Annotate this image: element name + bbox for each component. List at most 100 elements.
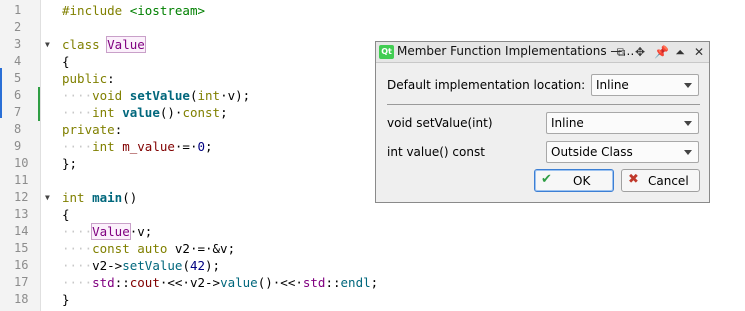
code-token: ····: [62, 224, 93, 239]
code-token: int: [92, 139, 123, 154]
default-location-combo[interactable]: Inline: [591, 74, 699, 96]
code-token: int: [197, 88, 221, 103]
code-token: setValue: [129, 88, 190, 103]
code-line[interactable]: 13 {: [0, 206, 745, 223]
code-text: ····std::cout·<<·v2->value()·<<·std::end…: [62, 274, 378, 291]
code-token: ;: [205, 139, 213, 154]
default-location-label: Default implementation location:: [387, 78, 586, 92]
line-number: 16: [14, 258, 29, 272]
ok-button[interactable]: ✔ OK: [534, 169, 614, 192]
code-text: public:: [62, 70, 115, 87]
code-token: auto: [137, 241, 175, 256]
maximize-icon[interactable]: ⏶: [673, 45, 687, 59]
change-marker: [38, 104, 40, 121]
value-location-combo[interactable]: Outside Class: [546, 141, 699, 163]
chevron-down-icon: [684, 150, 692, 155]
code-token: v2·=·&v;: [174, 241, 236, 256]
dialog-title: Member Function Implementations —…: [397, 44, 635, 58]
function-label-setvalue: void setValue(int): [387, 116, 493, 130]
fold-arrow-icon[interactable]: ▼: [45, 189, 50, 206]
code-token: ····: [62, 88, 93, 103]
code-token: <iostream>: [129, 3, 205, 18]
line-number: 12: [14, 190, 29, 204]
setvalue-location-value: Inline: [551, 116, 584, 130]
code-line[interactable]: 14 ····Value·v;: [0, 223, 745, 240]
line-number: 7: [14, 105, 22, 119]
code-text: #include <iostream>: [62, 2, 205, 19]
line-number: 14: [14, 224, 29, 238]
code-token: const: [182, 105, 221, 120]
code-token: 42: [189, 258, 206, 273]
code-text: }: [62, 291, 70, 308]
line-number: 9: [14, 139, 22, 153]
code-token: int: [62, 190, 93, 205]
code-line[interactable]: 16 ····v2->setValue(42);: [0, 257, 745, 274]
code-token: int: [92, 105, 123, 120]
code-text: ····int m_value·=·0;: [62, 138, 213, 155]
code-token: public: [62, 71, 108, 86]
code-text: ····v2->setValue(42);: [62, 257, 220, 274]
code-token: }: [62, 292, 70, 307]
line-number: 6: [14, 88, 22, 102]
code-token: void: [92, 88, 130, 103]
default-location-value: Inline: [596, 78, 629, 92]
cancel-button[interactable]: ✖ Cancel: [621, 169, 700, 192]
code-token: ····: [62, 105, 93, 120]
code-token: private: [62, 122, 115, 137]
code-token: v2->: [92, 258, 123, 273]
code-line[interactable]: 17 ····std::cout·<<·v2->value()·<<·std::e…: [0, 274, 745, 291]
qt-logo-icon: Qt: [379, 45, 394, 59]
code-token: (: [182, 258, 190, 273]
code-token: );: [205, 258, 221, 273]
code-token: :: [107, 71, 115, 86]
line-number: 8: [14, 122, 22, 136]
code-token: value: [122, 105, 160, 120]
separator: [387, 104, 700, 105]
setvalue-location-combo[interactable]: Inline: [546, 112, 699, 134]
code-token: };: [62, 156, 78, 171]
move-icon[interactable]: ✥: [633, 45, 647, 59]
code-token: Value: [106, 36, 146, 53]
code-line[interactable]: 15 ····const auto v2·=·&v;: [0, 240, 745, 257]
code-line[interactable]: 1 #include <iostream>: [0, 2, 745, 19]
code-token: ::: [325, 275, 341, 290]
checkmark-icon: ✔: [541, 172, 552, 187]
line-number: 11: [14, 173, 29, 187]
code-text: ····const auto v2·=·&v;: [62, 240, 235, 257]
code-token: (): [122, 190, 138, 205]
code-text: };: [62, 155, 77, 172]
code-token: {: [62, 207, 70, 222]
code-token: {: [62, 54, 70, 69]
fold-arrow-icon[interactable]: ▼: [45, 36, 50, 53]
code-token: ·<<·v2->: [159, 275, 221, 290]
code-token: ·=·: [174, 139, 198, 154]
code-token: value: [220, 275, 258, 290]
code-token: std: [302, 275, 326, 290]
float-icon[interactable]: ⧉: [614, 45, 628, 59]
line-number: 3: [14, 37, 22, 51]
line-number: 13: [14, 207, 29, 221]
line-number: 15: [14, 241, 29, 255]
line-number: 10: [14, 156, 29, 170]
code-token: cout: [129, 275, 160, 290]
code-token: setValue: [122, 258, 183, 273]
close-icon[interactable]: ✕: [692, 45, 706, 59]
dialog-titlebar[interactable]: Qt Member Function Implementations —… ⧉ …: [376, 42, 709, 63]
code-token: ::: [114, 275, 130, 290]
ok-button-label: OK: [573, 174, 591, 188]
code-line[interactable]: 2: [0, 19, 745, 36]
code-text: private:: [62, 121, 122, 138]
code-token: Value: [91, 223, 131, 240]
member-function-implementations-dialog: Qt Member Function Implementations —… ⧉ …: [375, 41, 710, 203]
code-text: int main(): [62, 189, 137, 206]
code-token: class: [62, 37, 108, 52]
code-token: const: [92, 241, 138, 256]
code-token: ····: [62, 258, 93, 273]
code-line[interactable]: 18}: [0, 291, 745, 308]
pin-icon[interactable]: 📌: [654, 45, 669, 59]
code-token: ;: [370, 275, 379, 290]
code-text: {: [62, 53, 70, 70]
change-marker: [38, 87, 40, 104]
line-number: 2: [14, 20, 22, 34]
code-token: ·v);: [220, 88, 251, 103]
